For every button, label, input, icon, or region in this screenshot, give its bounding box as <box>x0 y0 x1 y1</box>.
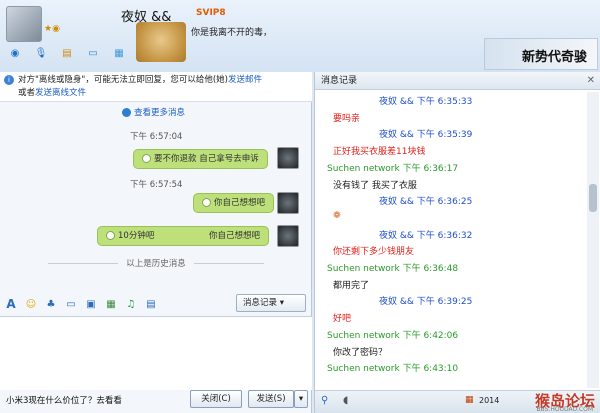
ad-banner-text: 新势代奇骏 <box>521 50 587 65</box>
record-line-head: 夜奴 && 下午 6:39:25 <box>379 297 473 307</box>
voice-call-icon[interactable]: 🎙 <box>30 44 52 62</box>
record-line-head: 夜奴 && 下午 6:35:39 <box>379 130 473 140</box>
record-line-head: 夜奴 && 下午 6:36:32 <box>379 231 473 241</box>
record-line-red: 正好我买衣服差11块钱 <box>333 147 426 157</box>
remote-desktop-icon[interactable]: ▭ <box>82 44 104 62</box>
message-text: 你自己想想吧 <box>208 231 260 241</box>
sticker-icon: ❁ <box>333 211 341 221</box>
record-line-green: Suchen network 下午 6:43:10 <box>327 364 459 374</box>
record-message-list: 夜奴 && 下午 6:35:33 要吗亲夜奴 && 下午 6:35:39 正好我买衣… <box>315 94 585 388</box>
conversation-pane: i 对方"离线或隐身"，可能无法立即回复，您可以给他(她)发送邮件 或者发送离线… <box>0 72 312 413</box>
magic-icon[interactable]: ♣ <box>44 297 58 311</box>
user-avatar[interactable] <box>277 147 299 169</box>
message-time: 下午 6:57:04 <box>130 132 183 142</box>
info-icon: i <box>4 75 14 85</box>
send-button[interactable]: 发送(S) <box>248 390 294 408</box>
calendar-icon[interactable]: ▦ <box>465 395 474 405</box>
scrollbar-thumb[interactable] <box>589 184 597 212</box>
message-record-panel: 消息记录 ✕ 夜奴 && 下午 6:35:33 要吗亲 夜奴 && 下午 6:35:3… <box>314 72 600 413</box>
screen-icon[interactable]: ▭ <box>64 297 78 311</box>
ad-banner[interactable]: 新势代奇骏 <box>484 38 598 70</box>
view-more-label: 查看更多消息 <box>134 108 186 118</box>
record-title-text: 消息记录 <box>321 76 358 86</box>
record-line-black: 没有钱了 我买了衣服 <box>333 181 417 191</box>
notice-text: 对方"离线或隐身"，可能无法立即回复，您可以给他(她) <box>18 75 228 85</box>
message-time: 下午 6:57:54 <box>130 180 183 190</box>
contact-avatar[interactable] <box>6 6 42 42</box>
message-input-area[interactable] <box>0 316 312 390</box>
message-bubble: 要不你退款 自己拿号去申诉 <box>133 149 268 169</box>
record-line-green: Suchen network 下午 6:36:17 <box>327 164 459 174</box>
send-offline-file-link[interactable]: 发送离线文件 <box>35 88 86 98</box>
mascot-cat-image <box>136 22 186 62</box>
speaker-icon[interactable]: ◖ <box>343 395 348 406</box>
user-avatar[interactable] <box>277 192 299 214</box>
record-line-red: 好吧 <box>333 314 352 324</box>
record-line-green: Suchen network 下午 6:42:06 <box>327 331 459 341</box>
offline-notice: i 对方"离线或隐身"，可能无法立即回复，您可以给他(她)发送邮件 或者发送离线… <box>0 72 312 102</box>
file-transfer-icon[interactable]: ▤ <box>56 44 78 62</box>
send-mail-link[interactable]: 发送邮件 <box>228 75 262 85</box>
note-icon[interactable]: ▣ <box>84 297 98 311</box>
scrollbar[interactable] <box>587 92 599 388</box>
screenshot-icon[interactable]: ▤ <box>144 297 158 311</box>
message-text: 要不你退款 自己拿号去申诉 <box>154 154 259 164</box>
status-badges: ★◉ <box>44 24 60 34</box>
record-line-red: 要吗亲 <box>333 114 361 124</box>
app-grid-icon[interactable]: ▦ <box>108 44 130 62</box>
record-line-black: 都用完了 <box>333 281 370 291</box>
emoji-icon[interactable]: ☺ <box>24 297 38 311</box>
message-input-text[interactable]: 小米3现在什么价位了？去看看 <box>6 394 122 406</box>
message-text: 你自己想想吧 <box>214 198 266 208</box>
record-line-head: 夜奴 && 下午 6:36:25 <box>379 197 473 207</box>
close-icon[interactable]: ✕ <box>587 72 595 90</box>
font-icon[interactable]: A <box>4 297 18 311</box>
image-icon[interactable]: ▦ <box>104 297 118 311</box>
video-call-icon[interactable]: ◉ <box>4 44 26 62</box>
status-icon <box>202 198 211 207</box>
status-icon <box>142 154 151 163</box>
vip-badge: SVIP8 <box>196 8 226 18</box>
record-date[interactable]: 2014 <box>479 396 499 405</box>
message-text: 10分钟吧 <box>118 231 155 241</box>
message-bubble: 你自己想想吧 <box>193 193 275 213</box>
record-line-red: 你还剩下多少钱朋友 <box>333 247 415 257</box>
record-line-head: 夜奴 && 下午 6:35:33 <box>379 97 473 107</box>
view-more-messages-link[interactable]: 查看更多消息 <box>122 106 185 118</box>
message-history-button[interactable]: 消息记录 ▾ <box>236 294 306 312</box>
record-line-green: Suchen network 下午 6:36:48 <box>327 264 459 274</box>
chat-toolbar: ◉ 🎙 ▤ ▭ ▦ <box>4 44 130 64</box>
message-bubble: 10分钟吧 你自己想想吧 <box>97 226 269 246</box>
music-icon[interactable]: ♫ <box>124 297 138 311</box>
chat-header: ★◉ 夜奴 && SVIP8 你是我离不开的毒， ◉ 🎙 ▤ ▭ ▦ 新势代奇骏 <box>0 0 600 72</box>
contact-status-message: 你是我离不开的毒， <box>191 28 273 38</box>
search-icon[interactable]: ⚲ <box>321 395 328 406</box>
notice-text-mid: 或者 <box>18 88 36 98</box>
watermark-sub: BBS.HOUDAO.COM <box>536 406 593 413</box>
record-line-black: 你改了密码？ <box>333 348 388 358</box>
status-icon <box>106 231 115 240</box>
send-options-dropdown[interactable]: ▾ <box>294 390 308 408</box>
close-button[interactable]: 关闭(C) <box>190 390 242 408</box>
history-divider: 以上是历史消息 <box>32 257 280 269</box>
record-panel-footer: ⚲ ◖ ▦ 2014 猴岛论坛 BBS.HOUDAO.COM <box>315 390 600 413</box>
user-avatar[interactable] <box>277 225 299 247</box>
history-button-label: 消息记录 <box>243 298 278 308</box>
record-panel-title: 消息记录 ✕ <box>315 72 600 90</box>
clock-icon <box>122 108 131 117</box>
